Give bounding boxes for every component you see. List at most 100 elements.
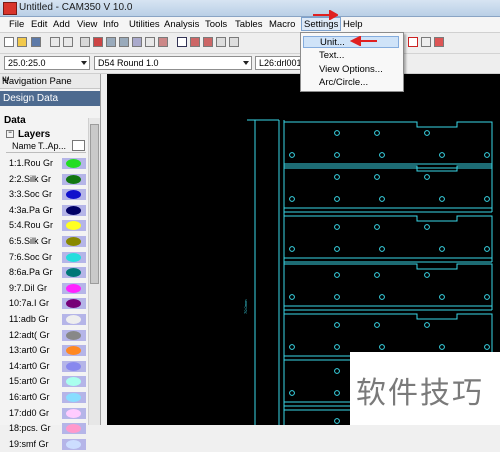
layer-color-swatch[interactable] [62, 407, 86, 419]
layer-row[interactable]: 6:5.Silk Gr [6, 234, 88, 249]
col-type-aperture[interactable]: T..Ap... [38, 141, 66, 151]
main-toolbar [0, 33, 500, 54]
layer-color-swatch[interactable] [62, 220, 86, 232]
nav-scrollbar[interactable] [88, 118, 100, 425]
mounting-hole [379, 196, 385, 202]
delete-icon[interactable] [408, 37, 418, 47]
layer-row[interactable]: 16:art0 Gr [6, 390, 88, 405]
open-folder-icon[interactable] [17, 37, 27, 47]
mounting-hole [379, 294, 385, 300]
menu-item-view-options[interactable]: View Options... [303, 64, 399, 76]
layer-row[interactable]: 1:1.Rou Gr [6, 156, 88, 171]
layers-header[interactable]: − Layers [6, 129, 50, 140]
layer-row[interactable]: 4:3a.Pa Gr [6, 203, 88, 218]
refresh-icon[interactable] [421, 37, 431, 47]
menu-tools[interactable]: Tools [205, 19, 227, 30]
redo-icon[interactable] [63, 37, 73, 47]
layer-color-swatch[interactable] [62, 267, 86, 279]
menu-item-arc-circle[interactable]: Arc/Circle... [303, 77, 399, 89]
menu-bar: File Edit Add View Info Utilities Analys… [0, 17, 500, 33]
layer-row[interactable]: 12:adt( Gr [6, 328, 88, 343]
layer-color-dot [66, 393, 81, 402]
pcb-panel-outline [284, 121, 493, 168]
layer-color-swatch[interactable] [62, 236, 86, 247]
layer-row[interactable]: 19:smf Gr [6, 437, 88, 452]
menu-utilities[interactable]: Utilities [129, 19, 160, 30]
menu-info[interactable]: Info [103, 19, 119, 30]
menu-add[interactable]: Add [53, 19, 70, 30]
layer-color-swatch[interactable] [62, 298, 86, 310]
layer-table-icon[interactable] [434, 37, 444, 47]
menu-edit[interactable]: Edit [31, 19, 47, 30]
menu-help[interactable]: Help [343, 19, 363, 30]
save-icon[interactable] [31, 37, 41, 47]
layer-row[interactable]: 5:4.Rou Gr [6, 218, 88, 233]
layer-color-dot [66, 408, 81, 418]
mounting-hole [334, 344, 340, 350]
mounting-hole [334, 152, 340, 158]
measure-icon[interactable] [216, 37, 226, 47]
menu-view[interactable]: View [77, 19, 97, 30]
layer-color-dot [66, 315, 81, 324]
snap-icon[interactable] [203, 37, 213, 47]
layer-color-swatch[interactable] [62, 345, 86, 357]
collapse-icon[interactable]: − [6, 130, 14, 139]
zoom-all-icon[interactable] [145, 37, 155, 47]
undo-icon[interactable] [50, 37, 60, 47]
layer-combo[interactable]: L26:drl001.d [255, 56, 309, 70]
select-icon[interactable] [177, 37, 187, 47]
mounting-hole [289, 246, 295, 252]
layer-row[interactable]: 14:art0 Gr [6, 359, 88, 374]
grid-icon[interactable] [190, 37, 200, 47]
pin-icon[interactable]: Ψ [2, 75, 96, 85]
layer-row[interactable]: 8:6a.Pa Gr [6, 265, 88, 280]
menu-item-text[interactable]: Text... [303, 50, 399, 62]
layer-name: 9:7.Dil Gr [9, 282, 48, 293]
dcode-combo[interactable]: D54 Round 1.0 [94, 56, 252, 70]
menu-file[interactable]: File [9, 19, 24, 30]
title-bar: Untitled - CAM350 V 10.0 [0, 0, 500, 17]
nav-scrollbar-thumb[interactable] [90, 124, 99, 284]
layer-color-swatch[interactable] [62, 438, 86, 450]
layer-row[interactable]: 18:pcs. Gr [6, 421, 88, 436]
layer-row[interactable]: 10:7a.I Gr [6, 296, 88, 311]
info-icon[interactable] [229, 37, 239, 47]
layer-row[interactable]: 3:3.Soc Gr [6, 187, 88, 202]
layer-color-swatch[interactable] [62, 282, 86, 294]
layer-color-swatch[interactable] [62, 189, 86, 201]
layer-color-swatch[interactable] [62, 376, 86, 388]
print-icon[interactable] [80, 37, 90, 47]
redraw-icon[interactable] [158, 37, 168, 47]
col-name[interactable]: Name [12, 141, 36, 151]
table-icon[interactable] [72, 140, 85, 151]
layer-color-swatch[interactable] [62, 360, 86, 372]
new-file-icon[interactable] [4, 37, 14, 47]
color-icon[interactable] [93, 37, 103, 47]
layer-color-swatch[interactable] [62, 251, 86, 263]
mounting-hole [379, 344, 385, 350]
layer-row[interactable]: 15:art0 Gr [6, 374, 88, 389]
menu-analysis[interactable]: Analysis [164, 19, 199, 30]
layer-row[interactable]: 17:dd0 Gr [6, 406, 88, 421]
zoom-out-icon[interactable] [119, 37, 129, 47]
layer-color-swatch[interactable] [62, 173, 86, 185]
menu-macro[interactable]: Macro [269, 19, 295, 30]
layer-row[interactable]: 13:art0 Gr [6, 343, 88, 358]
layer-name: 19:smf Gr [9, 438, 49, 449]
layer-color-dot [66, 252, 81, 262]
layer-row[interactable]: 7:6.Soc Gr [6, 250, 88, 265]
grid-combo[interactable]: 25.0:25.0 [4, 56, 90, 70]
zoom-in-icon[interactable] [106, 37, 116, 47]
zoom-window-icon[interactable] [132, 37, 142, 47]
layer-color-swatch[interactable] [62, 329, 86, 341]
layer-color-swatch[interactable] [62, 314, 86, 325]
layer-name: 4:3a.Pa Gr [9, 204, 53, 215]
layer-row[interactable]: 11:adb Gr [6, 312, 88, 327]
layer-row[interactable]: 2:2.Silk Gr [6, 172, 88, 187]
layer-color-swatch[interactable] [62, 204, 86, 216]
layer-color-swatch[interactable] [62, 158, 86, 169]
menu-tables[interactable]: Tables [235, 19, 262, 30]
layer-row[interactable]: 9:7.Dil Gr [6, 281, 88, 296]
layer-color-swatch[interactable] [62, 392, 86, 403]
design-data-tab[interactable]: Design Data [0, 91, 100, 106]
